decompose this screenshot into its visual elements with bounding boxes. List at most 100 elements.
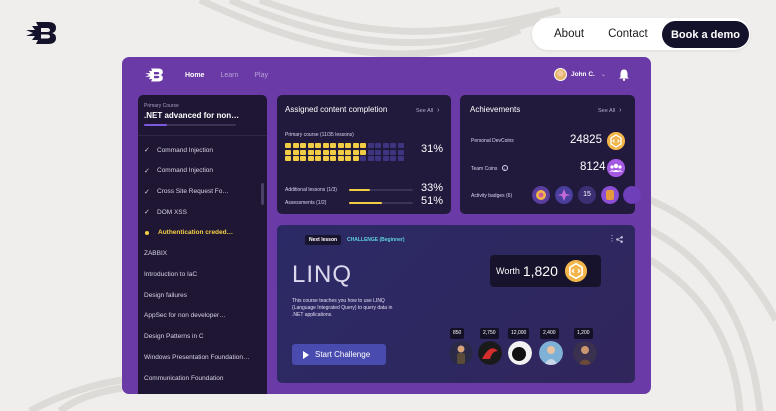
lesson-square bbox=[322, 149, 329, 155]
course-title[interactable]: .NET advanced for non… bbox=[144, 111, 239, 120]
lesson-square bbox=[307, 156, 314, 161]
bell-icon[interactable] bbox=[619, 69, 629, 81]
lesson-square bbox=[322, 156, 329, 161]
lesson-label: Command Injection bbox=[157, 167, 213, 175]
character-avatar[interactable] bbox=[508, 341, 532, 365]
lesson-completion-grid bbox=[285, 143, 408, 161]
lesson-square bbox=[382, 143, 389, 148]
lesson-label: Windows Presentation Foundation… bbox=[144, 354, 250, 361]
team-icon bbox=[607, 159, 625, 177]
sidebar-lesson-item[interactable]: Design Patterns in C bbox=[144, 333, 204, 340]
sidebar-lesson-item[interactable]: ✓ DOM XSS bbox=[144, 208, 187, 217]
tab-play[interactable]: Play bbox=[254, 72, 268, 79]
lesson-square bbox=[367, 143, 374, 148]
lesson-square bbox=[352, 156, 359, 161]
check-icon: ✓ bbox=[144, 167, 150, 175]
reward-price: 1,200 bbox=[574, 328, 593, 339]
assigned-see-all-link[interactable]: See All › bbox=[416, 107, 439, 114]
share-icon[interactable] bbox=[616, 236, 623, 243]
lesson-square bbox=[397, 156, 404, 161]
assessments-progress-bar bbox=[349, 202, 413, 204]
lesson-square bbox=[397, 143, 404, 148]
reward-price: 12,000 bbox=[508, 328, 530, 339]
reward-price: 850 bbox=[450, 328, 465, 339]
lesson-square bbox=[330, 149, 336, 155]
assigned-content-card: Assigned content completion See All › Pri… bbox=[277, 95, 451, 214]
sidebar-lesson-item[interactable]: Design failures bbox=[144, 292, 187, 299]
start-challenge-button[interactable]: Start Challenge bbox=[292, 344, 386, 365]
lesson-square bbox=[375, 143, 381, 148]
contact-link[interactable]: Contact bbox=[608, 28, 648, 40]
lesson-square bbox=[285, 156, 291, 161]
lesson-square bbox=[307, 143, 314, 148]
lesson-square bbox=[315, 149, 321, 155]
user-menu[interactable]: John C. ⌄ bbox=[554, 68, 606, 81]
next-lesson-tag: Next lesson bbox=[305, 235, 342, 245]
next-lesson-card: Next lesson CHALLENGE (Beginner) ⋮ LINQ … bbox=[277, 225, 635, 383]
sidebar-lesson-item[interactable]: ZABBIX bbox=[144, 250, 167, 257]
scrollbar[interactable] bbox=[261, 183, 264, 205]
badge-icon[interactable]: 15 bbox=[578, 186, 596, 204]
activity-badges-label: Activity badges (6) bbox=[471, 193, 513, 199]
about-link[interactable]: About bbox=[554, 28, 584, 40]
brand-logo-icon[interactable] bbox=[24, 20, 58, 46]
app-logo-icon[interactable] bbox=[144, 67, 164, 83]
sidebar-lesson-item[interactable]: ✓ Cross Site Request Fo… bbox=[144, 188, 229, 196]
app-tabs: Home Learn Play bbox=[185, 72, 284, 79]
character-avatar[interactable] bbox=[449, 341, 473, 365]
sidebar-lesson-item[interactable]: Introduction to IaC bbox=[144, 271, 197, 278]
lesson-square bbox=[337, 149, 344, 155]
additional-lessons-label: Additional lessons (1/3) bbox=[285, 187, 337, 193]
start-challenge-label: Start Challenge bbox=[315, 350, 371, 359]
sidebar-lesson-item[interactable]: Authentication creded… bbox=[144, 229, 233, 236]
challenge-level-label: CHALLENGE (Beginner) bbox=[347, 237, 405, 243]
lesson-square bbox=[352, 149, 359, 155]
lesson-label: ZABBIX bbox=[144, 250, 168, 257]
user-name: John C. bbox=[571, 71, 595, 78]
lesson-square bbox=[390, 149, 396, 155]
lesson-square bbox=[397, 149, 404, 155]
kebab-menu-icon[interactable]: ⋮ bbox=[608, 234, 616, 243]
character-avatar[interactable] bbox=[573, 341, 597, 365]
badge-icon[interactable] bbox=[601, 186, 619, 204]
lesson-label: Command Injection bbox=[157, 146, 213, 154]
reward-price: 2,400 bbox=[540, 328, 559, 339]
lesson-label: Design failures bbox=[144, 291, 187, 299]
character-avatar[interactable] bbox=[478, 341, 502, 365]
character-avatar[interactable] bbox=[539, 341, 563, 365]
sidebar-lesson-item[interactable]: ✓ Command Injection bbox=[144, 167, 213, 175]
lesson-square bbox=[330, 156, 336, 161]
badge-icon[interactable] bbox=[623, 186, 641, 204]
team-coins-text: Team Coins bbox=[471, 166, 498, 172]
team-coins-value: 8124 bbox=[580, 161, 606, 173]
worth-value: 1,820 bbox=[522, 263, 558, 279]
info-icon[interactable]: i bbox=[501, 165, 508, 171]
achievements-see-all-link[interactable]: See All › bbox=[598, 107, 621, 114]
lesson-square bbox=[337, 143, 344, 148]
sidebar-lesson-item[interactable]: AppSec for non developer… bbox=[144, 312, 226, 319]
chevron-down-icon: ⌄ bbox=[600, 72, 606, 78]
sidebar-lesson-item[interactable]: Windows Presentation Foundation… bbox=[144, 354, 250, 361]
badge-icon[interactable] bbox=[555, 186, 573, 204]
primary-course-label: Primary Course bbox=[144, 103, 179, 109]
lesson-square bbox=[367, 156, 374, 161]
lesson-square bbox=[285, 143, 291, 148]
lesson-square bbox=[307, 149, 314, 155]
badge-icon[interactable] bbox=[532, 186, 550, 204]
lesson-square bbox=[330, 143, 336, 148]
current-lesson-dot bbox=[145, 230, 149, 235]
sidebar-lesson-item[interactable]: ✓ Command Injection bbox=[144, 146, 213, 155]
tab-home[interactable]: Home bbox=[185, 72, 204, 79]
lesson-square bbox=[360, 156, 366, 161]
tab-learn[interactable]: Learn bbox=[220, 72, 238, 79]
book-demo-button[interactable]: Book a demo bbox=[662, 21, 749, 48]
personal-devcoins-label: Personal DevCoins bbox=[471, 138, 514, 144]
lesson-square bbox=[375, 149, 381, 155]
lesson-label: AppSec for non developer… bbox=[144, 312, 226, 320]
lesson-square bbox=[300, 156, 306, 161]
sidebar-lesson-item[interactable]: Communication Foundation bbox=[144, 375, 224, 382]
lesson-square bbox=[292, 149, 299, 155]
achievements-card: Achievements See All › Personal DevCoins … bbox=[460, 95, 641, 214]
lesson-square bbox=[382, 149, 389, 155]
chevron-right-icon: › bbox=[619, 107, 622, 114]
